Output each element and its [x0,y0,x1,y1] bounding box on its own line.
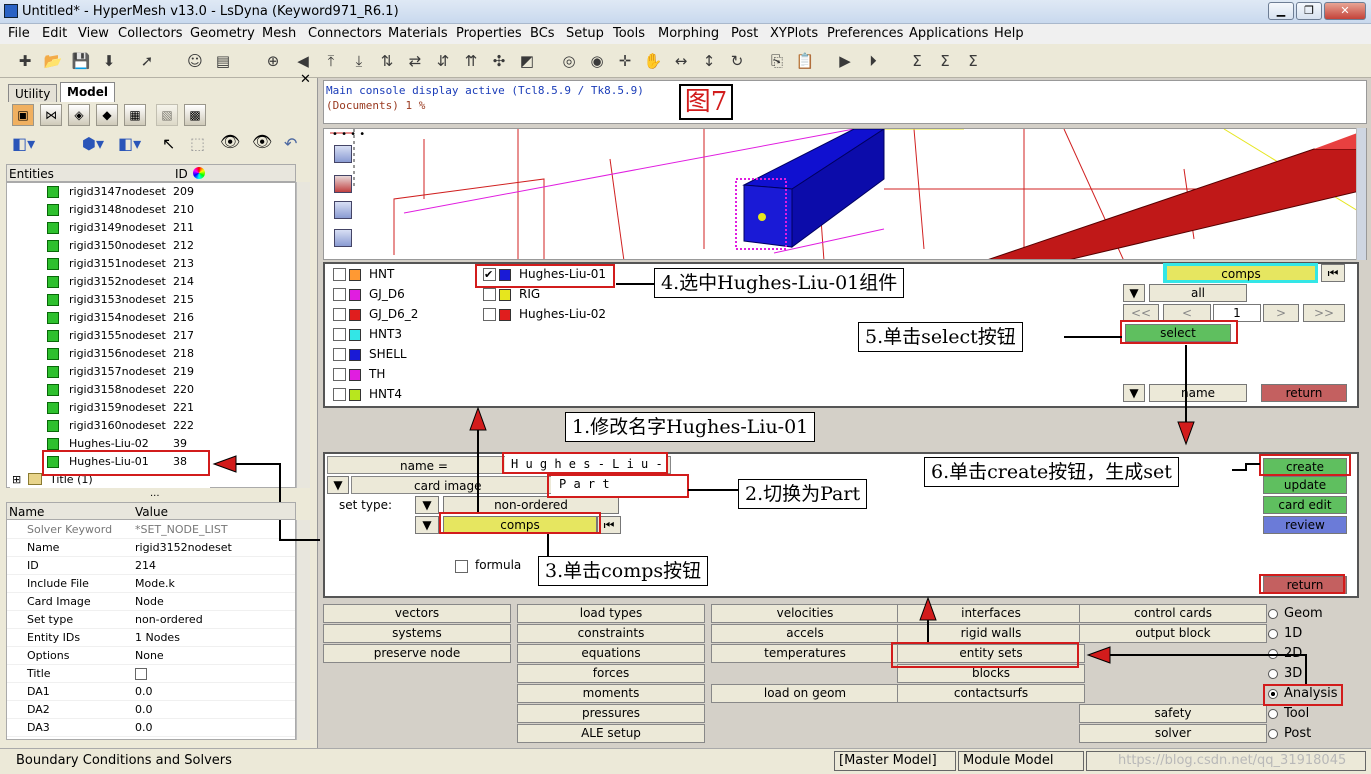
annotation-step-4: 4.选中Hughes-Liu-01组件 [654,268,905,298]
annotation-step-1: 1.修改名字Hughes-Liu-01 [565,412,816,442]
property-header: Name Value [6,502,296,520]
annotation-step-5: 5.单击select按钮 [858,322,1023,352]
name-column-header: Name [9,505,45,519]
annotation-step-3: 3.单击comps按钮 [538,556,709,586]
annotation-step-2: 2.切换为Part [738,479,868,509]
annotation-step-6: 6.单击create按钮，生成set [924,457,1179,487]
annotation-arrows [212,283,1307,684]
value-column-header: Value [135,505,168,519]
